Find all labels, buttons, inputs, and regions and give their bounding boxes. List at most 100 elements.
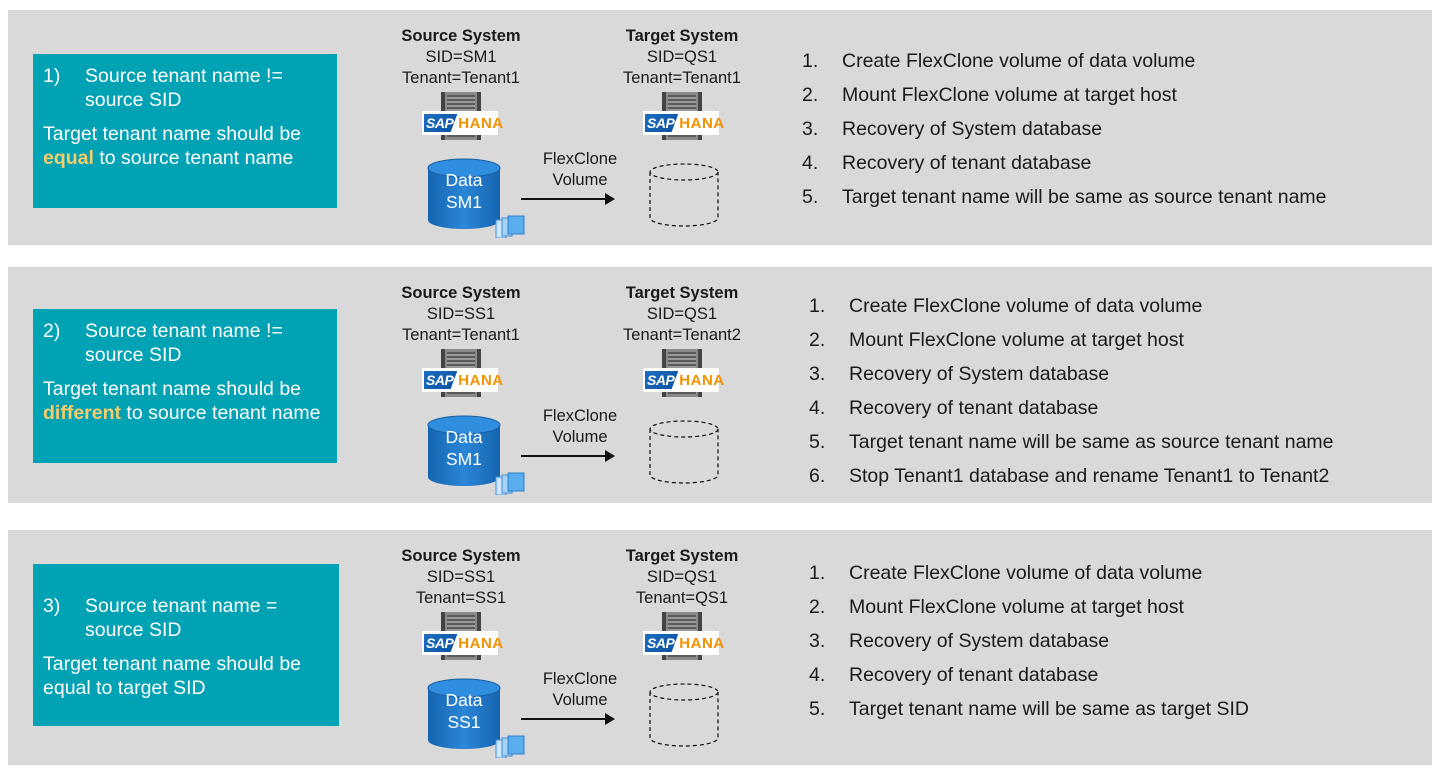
step-item: 2. Mount FlexClone volume at target host [802, 78, 1327, 112]
step-text: Recovery of System database [842, 118, 1103, 140]
step-number: 5. [802, 186, 819, 208]
target-tenant: Tenant=QS1 [635, 589, 729, 607]
source-tenant: Tenant=Tenant1 [402, 69, 520, 87]
target-system-info: Target System SID=QS1 Tenant=QS1 [602, 546, 762, 609]
source-system-title: Source System [401, 547, 521, 565]
right-arrow-icon [521, 450, 615, 462]
dashed-database-cylinder-icon [649, 420, 719, 484]
step-number: 5. [809, 431, 826, 453]
step-number: 1. [809, 295, 826, 317]
scenario-condition: Source tenant name = source SID [85, 595, 278, 641]
source-db-label-2: SS1 [447, 712, 481, 732]
hana-logo-text: HANA [679, 634, 725, 652]
step-item: 6. Stop Tenant1 database and rename Tenan… [809, 459, 1334, 493]
sap-logo-text: SAP [424, 114, 458, 132]
scenario-number: 3) [43, 595, 61, 617]
database-cylinder-icon: Data SM1 [426, 415, 525, 496]
step-item: 4. Recovery of tenant database [809, 658, 1249, 692]
step-number: 3. [809, 630, 826, 652]
flexclone-volume-label: FlexClone Volume [525, 669, 635, 711]
step-item: 4. Recovery of tenant database [802, 146, 1327, 180]
step-number: 3. [809, 363, 826, 385]
step-item: 3. Recovery of System database [809, 624, 1249, 658]
source-db-label-1: Data [445, 170, 483, 190]
source-db-label-1: Data [445, 427, 483, 447]
scenario-requirement: Target tenant name should be different t… [43, 377, 325, 425]
target-system-info: Target System SID=QS1 Tenant=Tenant1 [602, 26, 762, 89]
requirement-text: Target tenant name should be [43, 123, 302, 145]
hana-logo-text: HANA [679, 371, 725, 389]
step-text: Target tenant name will be same as sourc… [849, 431, 1334, 453]
scenario-requirement: Target tenant name should be equal to so… [43, 122, 325, 170]
target-system-info: Target System SID=QS1 Tenant=Tenant2 [602, 283, 762, 346]
target-tenant: Tenant=Tenant1 [623, 69, 741, 87]
step-text: Mount FlexClone volume at target host [849, 329, 1184, 351]
sap-logo-text: SAP [645, 114, 679, 132]
source-tenant: Tenant=SS1 [415, 589, 507, 607]
step-number: 2. [809, 329, 826, 351]
source-system-title: Source System [401, 27, 521, 45]
source-sid: SID=SM1 [425, 48, 497, 66]
source-tenant: Tenant=Tenant1 [402, 326, 520, 344]
step-text: Target tenant name will be same as targe… [849, 698, 1249, 720]
procedure-steps: 1. Create FlexClone volume of data volume… [809, 289, 1334, 493]
scenario-panel-2: 2) Source tenant name != source SID Targ… [8, 267, 1432, 503]
source-db-label-1: Data [445, 690, 483, 710]
scenario-condition-box: 3) Source tenant name = source SID Targe… [33, 564, 339, 726]
hana-logo-text: HANA [458, 371, 504, 389]
sap-logo-text: SAP [645, 371, 679, 389]
requirement-highlight: different [43, 402, 121, 424]
sap-logo-text: SAP [424, 371, 458, 389]
scenario-condition: Source tenant name != source SID [85, 65, 283, 111]
flexclone-label-line2: Volume [552, 428, 608, 446]
sap-hana-logo: SAP HANA [422, 368, 503, 392]
step-item: 1. Create FlexClone volume of data volume [802, 44, 1327, 78]
right-arrow-icon [521, 713, 615, 725]
source-db-label-2: SM1 [446, 192, 482, 212]
step-item: 3. Recovery of System database [809, 357, 1334, 391]
requirement-text-end: to source tenant name [121, 402, 321, 424]
dashed-database-cylinder-icon [649, 163, 719, 227]
target-sid: SID=QS1 [646, 305, 718, 323]
procedure-steps: 1. Create FlexClone volume of data volume… [809, 556, 1249, 726]
flexclone-label-line1: FlexClone [542, 670, 618, 688]
target-sid: SID=QS1 [646, 568, 718, 586]
step-number: 3. [802, 118, 819, 140]
flexclone-label-line1: FlexClone [542, 150, 618, 168]
step-item: 5. Target tenant name will be same as sou… [802, 180, 1327, 214]
step-item: 4. Recovery of tenant database [809, 391, 1334, 425]
step-number: 1. [809, 562, 826, 584]
step-number: 2. [809, 596, 826, 618]
source-sid: SID=SS1 [426, 305, 496, 323]
scenario-condition-box: 2) Source tenant name != source SID Targ… [33, 309, 337, 463]
step-text: Create FlexClone volume of data volume [849, 295, 1203, 317]
flexclone-label-line2: Volume [552, 691, 608, 709]
scenario-condition: Source tenant name != source SID [85, 320, 283, 366]
target-system-title: Target System [625, 284, 739, 302]
hana-logo-text: HANA [679, 114, 725, 132]
step-number: 5. [809, 698, 826, 720]
right-arrow-icon [521, 193, 615, 205]
scenario-number: 2) [43, 320, 61, 342]
sap-hana-logo: SAP HANA [643, 111, 724, 135]
step-text: Recovery of tenant database [849, 664, 1099, 686]
step-text: Recovery of System database [849, 363, 1110, 385]
hana-logo-text: HANA [458, 114, 504, 132]
scenario-number: 1) [43, 65, 61, 87]
source-sid: SID=SS1 [426, 568, 496, 586]
step-item: 3. Recovery of System database [802, 112, 1327, 146]
step-item: 2. Mount FlexClone volume at target host [809, 323, 1334, 357]
step-text: Create FlexClone volume of data volume [849, 562, 1203, 584]
hana-logo-text: HANA [458, 634, 504, 652]
flexclone-volume-label: FlexClone Volume [525, 149, 635, 191]
step-item: 1. Create FlexClone volume of data volume [809, 556, 1249, 590]
step-text: Recovery of System database [849, 630, 1110, 652]
sap-hana-logo: SAP HANA [643, 368, 724, 392]
sap-logo-text: SAP [424, 634, 458, 652]
dashed-database-cylinder-icon [649, 683, 719, 747]
database-cylinder-icon: Data SS1 [426, 678, 525, 759]
database-cylinder-icon: Data SM1 [426, 158, 525, 239]
source-system-info: Source System SID=SS1 Tenant=SS1 [381, 546, 541, 609]
source-system-info: Source System SID=SS1 Tenant=Tenant1 [381, 283, 541, 346]
scenario-requirement: Target tenant name should be equal to ta… [43, 652, 327, 700]
